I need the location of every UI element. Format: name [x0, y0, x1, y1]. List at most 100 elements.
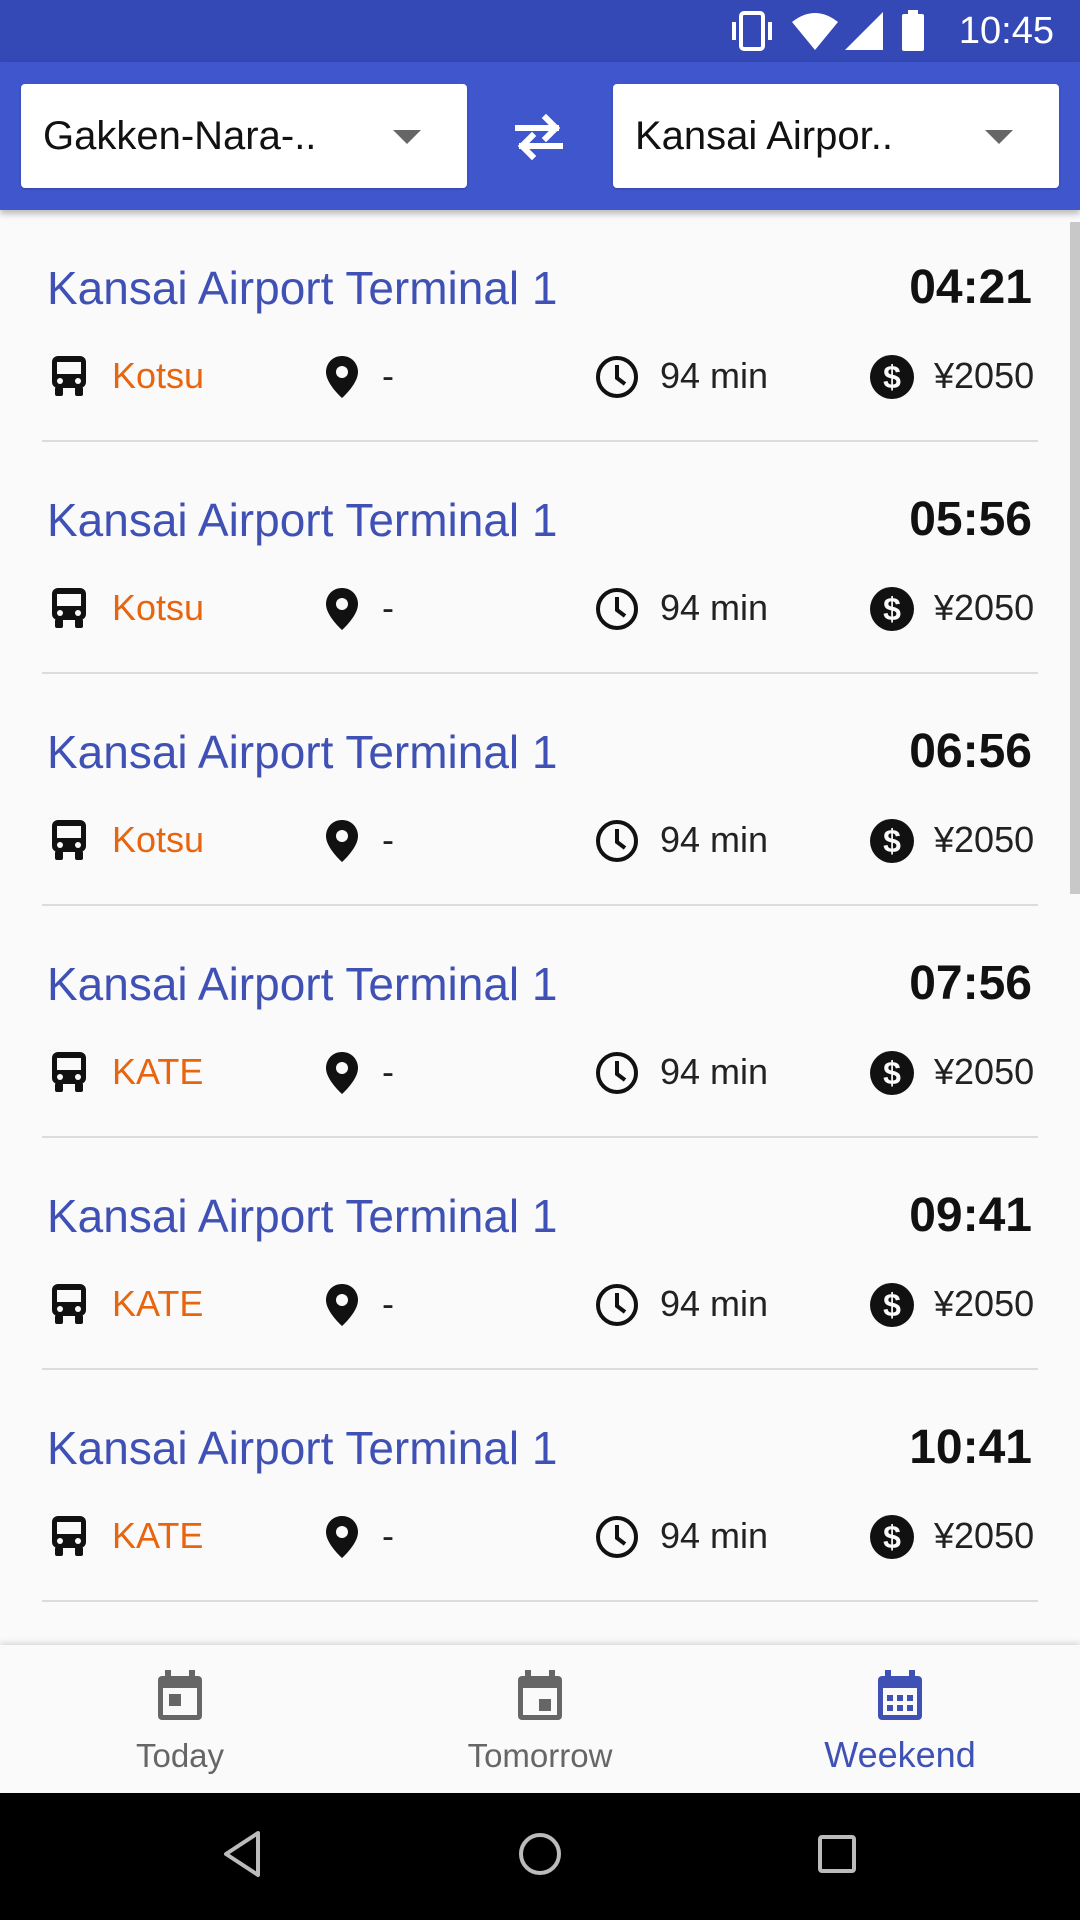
svg-text:$: $ — [883, 1055, 901, 1091]
route-row[interactable]: Kansai Airport Terminal 1 06:56 Kotsu - … — [0, 674, 1080, 906]
route-fare: ¥2050 — [934, 587, 1035, 628]
route-duration: 94 min — [660, 1283, 769, 1324]
route-duration: 94 min — [660, 819, 769, 860]
swap-horizontal-icon[interactable] — [508, 106, 570, 168]
route-departure-time: 09:41 — [909, 1189, 1032, 1242]
home-icon[interactable] — [517, 1829, 563, 1879]
route-destination: Kansai Airport Terminal 1 — [47, 494, 558, 546]
route-details: KATE - 94 min $ ¥2050 — [0, 1506, 1080, 1566]
route-destination: Kansai Airport Terminal 1 — [47, 1190, 558, 1242]
bus-icon — [52, 1052, 86, 1092]
dollar-icon: $ — [870, 1283, 914, 1327]
clock-icon — [596, 588, 638, 630]
clock-icon — [596, 1516, 638, 1558]
route-stop: - — [382, 1283, 394, 1324]
bus-icon — [52, 588, 86, 628]
route-fare: ¥2050 — [934, 355, 1035, 396]
tab-weekend[interactable]: Weekend — [720, 1645, 1080, 1793]
system-nav-bar — [0, 1793, 1080, 1920]
tab-weekend-label: Weekend — [824, 1734, 976, 1775]
battery-icon — [902, 10, 924, 51]
destination-select-value: Kansai Airpor.. — [635, 114, 893, 158]
route-operator: Kotsu — [112, 819, 205, 860]
location-pin-icon — [326, 1284, 358, 1326]
route-details: KATE - 94 min $ ¥2050 — [0, 1042, 1080, 1102]
route-departure-time: 05:56 — [909, 493, 1032, 546]
tab-tomorrow[interactable]: Tomorrow — [360, 1645, 720, 1793]
dollar-icon: $ — [870, 587, 914, 631]
route-row[interactable]: Kansai Airport Terminal 1 05:56 Kotsu - … — [0, 442, 1080, 674]
route-operator: KATE — [112, 1515, 204, 1556]
location-pin-icon — [326, 820, 358, 862]
route-duration: 94 min — [660, 1515, 769, 1556]
route-details: Kotsu - 94 min $ ¥2050 — [0, 810, 1080, 870]
svg-text:$: $ — [883, 1519, 901, 1555]
dollar-icon: $ — [870, 355, 914, 399]
dollar-icon: $ — [870, 819, 914, 863]
back-icon[interactable] — [220, 1829, 264, 1879]
scrollbar[interactable] — [1070, 222, 1080, 894]
svg-text:$: $ — [883, 359, 901, 395]
route-stop: - — [382, 1515, 394, 1556]
route-stop: - — [382, 819, 394, 860]
route-operator: KATE — [112, 1051, 204, 1092]
route-row[interactable]: Kansai Airport Terminal 1 10:41 KATE - 9… — [0, 1370, 1080, 1602]
tab-tomorrow-label: Tomorrow — [467, 1737, 613, 1774]
bus-icon — [52, 356, 86, 396]
divider — [42, 1600, 1038, 1602]
route-departure-time: 06:56 — [909, 725, 1032, 778]
route-destination: Kansai Airport Terminal 1 — [47, 958, 558, 1010]
wifi-icon — [792, 13, 838, 50]
recents-icon[interactable] — [816, 1829, 858, 1879]
route-duration: 94 min — [660, 587, 769, 628]
calendar-today-icon — [158, 1670, 202, 1720]
dollar-icon: $ — [870, 1515, 914, 1559]
route-duration: 94 min — [660, 355, 769, 396]
svg-text:$: $ — [883, 823, 901, 859]
origin-select-value: Gakken-Nara-.. — [43, 114, 317, 158]
route-fare: ¥2050 — [934, 1283, 1035, 1324]
route-stop: - — [382, 1051, 394, 1092]
route-row[interactable]: Kansai Airport Terminal 1 09:41 KATE - 9… — [0, 1138, 1080, 1370]
route-stop: - — [382, 587, 394, 628]
route-details: Kotsu - 94 min $ ¥2050 — [0, 346, 1080, 406]
svg-text:$: $ — [883, 591, 901, 627]
route-destination: Kansai Airport Terminal 1 — [47, 726, 558, 778]
route-operator: Kotsu — [112, 587, 205, 628]
route-departure-time: 07:56 — [909, 957, 1032, 1010]
location-pin-icon — [326, 1516, 358, 1558]
vibrate-icon — [732, 11, 772, 51]
route-toolbar: Gakken-Nara-.. Kansai Airpor.. — [0, 62, 1080, 210]
dropdown-arrow-icon — [393, 130, 421, 144]
route-list[interactable]: Kansai Airport Terminal 1 04:21 Kotsu - … — [0, 210, 1080, 1645]
dollar-icon: $ — [870, 1051, 914, 1095]
calendar-tomorrow-icon — [518, 1670, 562, 1720]
location-pin-icon — [326, 356, 358, 398]
route-details: KATE - 94 min $ ¥2050 — [0, 1274, 1080, 1334]
bus-icon — [52, 1516, 86, 1556]
route-row[interactable]: Kansai Airport Terminal 1 04:21 Kotsu - … — [0, 210, 1080, 442]
route-stop: - — [382, 355, 394, 396]
bottom-navigation: Today Tomorrow Weekend — [0, 1645, 1080, 1793]
route-duration: 94 min — [660, 1051, 769, 1092]
calendar-weekend-icon — [878, 1670, 922, 1720]
route-fare: ¥2050 — [934, 1515, 1035, 1556]
route-operator: Kotsu — [112, 355, 205, 396]
dropdown-arrow-icon — [985, 130, 1013, 144]
clock-icon — [596, 820, 638, 862]
tab-today[interactable]: Today — [0, 1645, 360, 1793]
origin-select[interactable]: Gakken-Nara-.. — [21, 84, 467, 188]
clock-icon — [596, 1284, 638, 1326]
route-departure-time: 04:21 — [909, 261, 1032, 314]
tab-today-label: Today — [135, 1737, 225, 1774]
location-pin-icon — [326, 1052, 358, 1094]
signal-icon — [845, 12, 883, 50]
status-bar: 10:45 — [0, 0, 1080, 62]
clock-icon — [596, 1052, 638, 1094]
route-destination: Kansai Airport Terminal 1 — [47, 262, 558, 314]
clock-icon — [596, 356, 638, 398]
route-row[interactable]: Kansai Airport Terminal 1 07:56 KATE - 9… — [0, 906, 1080, 1138]
route-departure-time: 10:41 — [909, 1421, 1032, 1474]
route-destination: Kansai Airport Terminal 1 — [47, 1422, 558, 1474]
destination-select[interactable]: Kansai Airpor.. — [613, 84, 1059, 188]
